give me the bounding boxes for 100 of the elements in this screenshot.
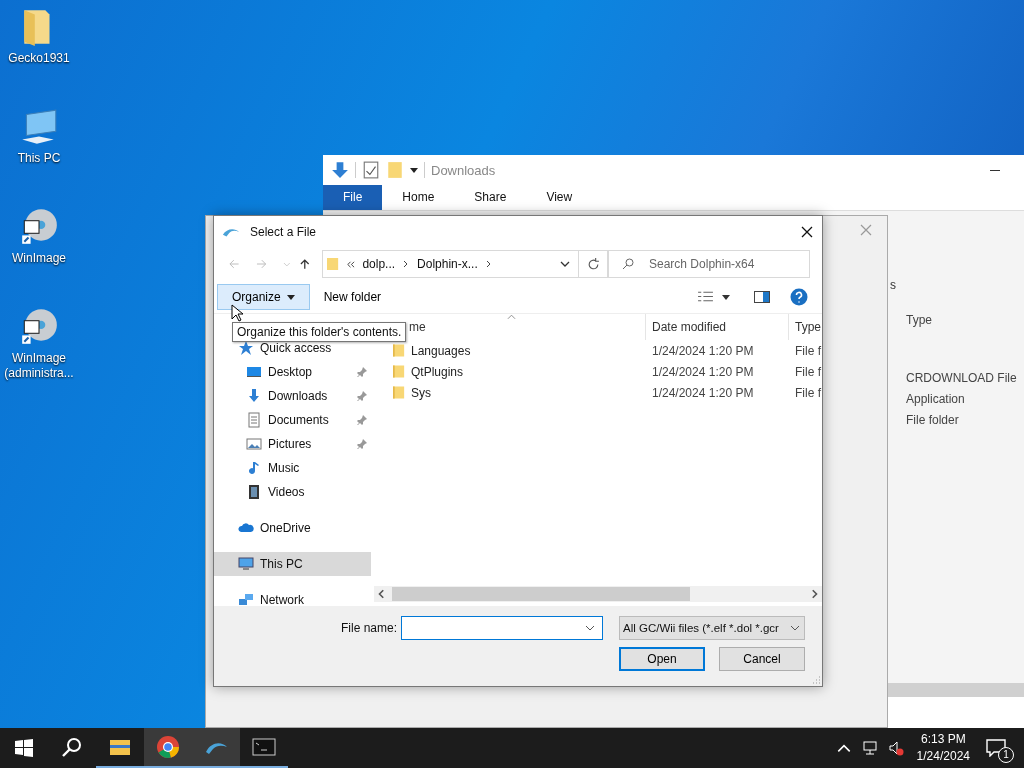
table-cell-text: Application <box>906 392 966 408</box>
sort-caret-icon <box>507 314 516 320</box>
organize-button[interactable]: Organize <box>217 284 310 310</box>
dropdown-icon <box>585 623 595 633</box>
breadcrumb-item[interactable]: Dolphin-x... <box>417 257 478 271</box>
browser-icon <box>156 735 180 759</box>
view-list-icon[interactable] <box>697 290 714 304</box>
desktop-shortcut[interactable]: Gecko1931 <box>0 6 78 90</box>
dialog-title: Select a File <box>250 224 317 239</box>
table-cell-text: File f <box>794 343 822 358</box>
pc-icon <box>238 556 254 572</box>
file-row[interactable]: Sys 1/24/2024 1:20 PM File f <box>380 382 822 403</box>
ribbon-tab[interactable]: File <box>323 185 383 210</box>
dropdown-icon <box>790 623 800 633</box>
notifications-button[interactable]: 1 <box>984 733 1014 763</box>
folder-icon <box>393 385 405 400</box>
scroll-right-icon[interactable] <box>809 589 819 599</box>
file-row[interactable]: Languages 1/24/2024 1:20 PM File f <box>380 340 822 361</box>
column-header[interactable]: Type <box>789 314 822 340</box>
taskbar-button[interactable] <box>144 728 192 768</box>
table-cell-text: 1/24/2024 1:20 PM <box>651 385 755 400</box>
desktop-shortcut[interactable]: WinImage <box>0 206 78 290</box>
cancel-button[interactable]: Cancel <box>719 647 805 671</box>
table-cell-text: CRDOWNLOAD File <box>906 371 1018 387</box>
preview-pane-icon[interactable] <box>754 291 770 303</box>
breadcrumb-item[interactable]: dolp... <box>362 257 396 271</box>
desktop-icon <box>246 364 262 380</box>
folder-icon <box>393 364 405 379</box>
sidebar-item[interactable]: Videos <box>214 480 371 504</box>
minimize-button[interactable] <box>990 169 1000 171</box>
document-icon <box>246 412 262 428</box>
file-type-dropdown[interactable]: All GC/Wii files (*.elf *.dol *.gcr <box>619 616 805 640</box>
help-icon[interactable] <box>790 288 808 306</box>
up-arrow-icon[interactable] <box>298 258 311 270</box>
pin-icon <box>357 367 367 377</box>
table-cell-text: File f <box>794 364 822 379</box>
dropdown-icon[interactable] <box>560 259 571 269</box>
folder-icon <box>386 161 404 179</box>
desktop-shortcut[interactable]: WinImage (administra... <box>0 306 78 390</box>
file-name-field[interactable] <box>401 616 603 640</box>
caret-icon[interactable] <box>722 293 730 301</box>
table-cell-text: 1/24/2024 1:20 PM <box>651 343 755 358</box>
terminal-icon <box>252 735 276 759</box>
volume-muted-icon[interactable] <box>887 740 904 756</box>
chevrons-icon <box>346 259 356 269</box>
notification-count: 1 <box>998 747 1014 763</box>
sidebar-item[interactable]: Music <box>214 456 371 480</box>
column-header[interactable]: Type <box>906 313 932 327</box>
pin-icon <box>357 391 367 401</box>
scrollbar[interactable] <box>888 683 1024 697</box>
network-icon <box>238 592 254 608</box>
sidebar-item[interactable]: Network <box>214 588 371 612</box>
caret-icon <box>410 166 418 174</box>
scroll-left-icon[interactable] <box>377 589 387 599</box>
field-label: File name: <box>340 621 397 635</box>
tooltip: Organize this folder's contents. <box>232 322 407 342</box>
music-icon <box>246 460 262 476</box>
pin-icon <box>357 439 367 449</box>
table-cell-text: 1/24/2024 1:20 PM <box>651 364 755 379</box>
pictures-icon <box>246 436 262 452</box>
clock[interactable]: 6:13 PM 1/24/2024 <box>916 731 970 765</box>
new-folder-button[interactable]: New folder <box>315 286 390 308</box>
chevron-icon <box>484 260 493 268</box>
search-field[interactable]: Search Dolphin-x64 <box>608 250 810 278</box>
download-icon <box>331 161 349 179</box>
desktop-shortcut[interactable]: This PC <box>0 106 78 190</box>
sidebar-item[interactable]: Desktop <box>214 360 371 384</box>
download-icon <box>246 388 262 404</box>
folder-icon <box>393 343 405 358</box>
sidebar-item[interactable]: OneDrive <box>214 516 371 540</box>
sidebar-item[interactable]: Pictures <box>214 432 371 456</box>
close-icon[interactable] <box>801 225 813 238</box>
ribbon-tab[interactable]: View <box>526 185 593 210</box>
file-name: Sys <box>411 385 431 400</box>
address-bar[interactable]: dolp... Dolphin-x... <box>322 250 580 278</box>
checklist-icon <box>362 161 380 179</box>
sidebar-item[interactable]: This PC <box>214 552 371 576</box>
file-row[interactable]: QtPlugins 1/24/2024 1:20 PM File f <box>380 361 822 382</box>
network-icon[interactable] <box>861 740 878 756</box>
caret-icon <box>286 293 295 301</box>
sidebar-item[interactable]: Documents <box>214 408 371 432</box>
file-name: Languages <box>411 343 471 358</box>
column-header[interactable]: me <box>409 314 646 340</box>
header-text: s <box>890 278 896 292</box>
column-header[interactable]: Date modified <box>646 314 789 340</box>
file-name: QtPlugins <box>411 364 464 379</box>
resize-grip-icon[interactable] <box>811 675 821 685</box>
open-button[interactable]: Open <box>619 647 705 671</box>
refresh-icon <box>586 257 600 271</box>
ribbon-tab[interactable]: Home <box>382 185 455 210</box>
scrollbar[interactable] <box>374 586 822 602</box>
pin-icon <box>357 415 367 425</box>
sidebar-item[interactable]: Downloads <box>214 384 371 408</box>
window-title: Downloads <box>431 162 496 178</box>
star-icon <box>238 340 254 356</box>
table-cell-text: File f <box>794 385 822 400</box>
folder-icon <box>327 256 340 272</box>
table-cell-text: File folder <box>906 413 960 429</box>
windows-logo-icon <box>12 736 36 760</box>
ribbon-tab[interactable]: Share <box>454 185 527 210</box>
